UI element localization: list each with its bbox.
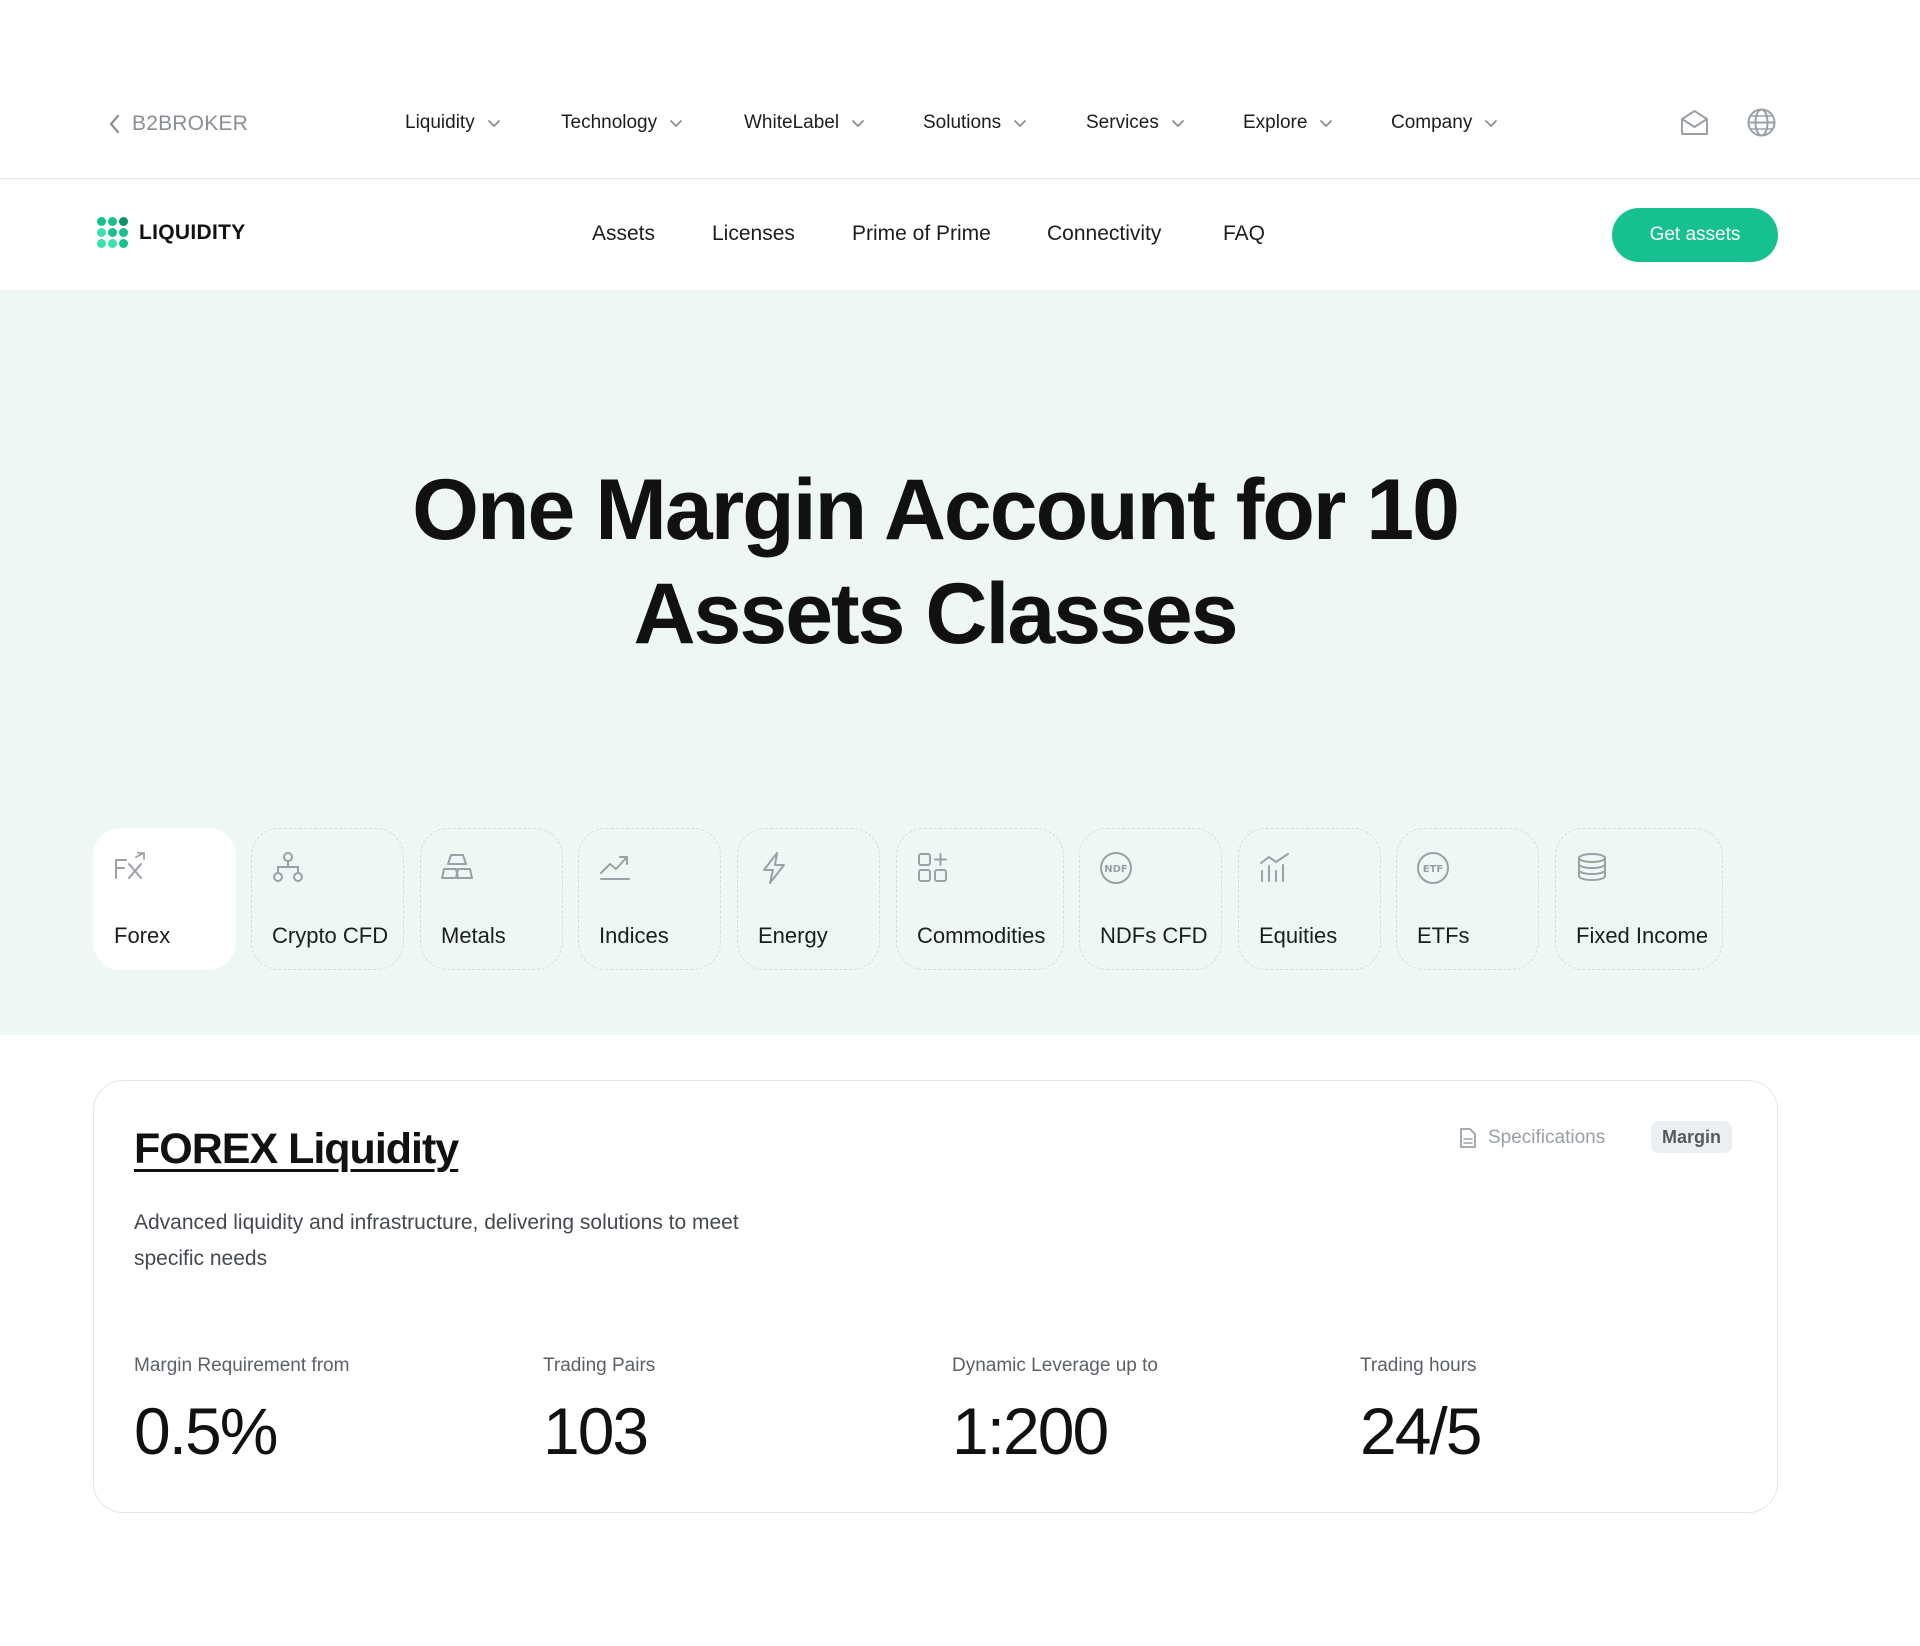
sub-nav-faq[interactable]: FAQ (1223, 222, 1265, 246)
document-icon (1460, 1128, 1476, 1148)
tab-metals[interactable]: Metals (420, 828, 563, 970)
tab-crypto-cfd[interactable]: Crypto CFD (251, 828, 404, 970)
tab-label: Forex (114, 923, 171, 948)
tab-label: Equities (1259, 923, 1338, 948)
tab-equities[interactable]: Equities (1238, 828, 1381, 970)
tab-commodities[interactable]: Commodities (896, 828, 1064, 970)
top-nav-label: WhiteLabel (744, 112, 840, 133)
chevron-down-icon (852, 119, 864, 127)
sub-nav-connectivity[interactable]: Connectivity (1047, 222, 1161, 246)
stat-trading-hours: Trading hours 24/5 (1360, 1355, 1482, 1469)
top-nav: Liquidity Technology WhiteLabel Solution… (0, 112, 1920, 134)
tab-label: Energy (758, 923, 828, 948)
hero-title-line-1: One Margin Account for 10 (412, 462, 1460, 558)
top-nav-liquidity[interactable]: Liquidity (405, 112, 501, 134)
gold-bars-icon (441, 854, 473, 879)
top-bar-actions (1678, 106, 1778, 139)
stat-value: 1:200 (952, 1394, 1109, 1468)
top-nav-label: Company (1391, 112, 1473, 133)
logo-dots-icon (97, 217, 128, 248)
tab-label: Crypto CFD (272, 923, 389, 948)
sub-nav-assets[interactable]: Assets (592, 222, 655, 246)
stat-value: 103 (543, 1394, 649, 1468)
chevron-down-icon (1171, 119, 1184, 127)
logo-text: LIQUIDITY (139, 220, 246, 244)
stat-margin-requirement: Margin Requirement from 0.5% (134, 1355, 349, 1469)
sub-nav-licenses[interactable]: Licenses (712, 222, 795, 246)
lightning-icon (763, 852, 785, 884)
tab-label: Fixed Income (1576, 923, 1709, 948)
sub-nav-prime-of-prime[interactable]: Prime of Prime (852, 222, 991, 246)
svg-text:ETF: ETF (1423, 864, 1443, 875)
top-nav-technology[interactable]: Technology (561, 112, 683, 134)
top-nav-solutions[interactable]: Solutions (923, 112, 1027, 134)
tab-fixed-income[interactable]: Fixed Income (1555, 828, 1723, 970)
hero-title-line-2: Assets Classes (633, 566, 1238, 662)
get-assets-button[interactable]: Get assets (1612, 208, 1778, 262)
top-nav-whitelabel[interactable]: WhiteLabel (744, 112, 865, 134)
grid-plus-icon (918, 853, 947, 882)
specifications-label: Specifications (1488, 1127, 1606, 1148)
hero-section: One Margin Account for 10 Assets Classes… (0, 290, 1920, 1035)
card-description: Advanced liquidity and infrastructure, d… (134, 1211, 739, 1270)
ndf-icon: NDF (1100, 852, 1132, 884)
mail-icon[interactable] (1678, 106, 1711, 139)
svg-text:NDF: NDF (1104, 864, 1128, 875)
top-nav-explore[interactable]: Explore (1243, 112, 1333, 134)
card-title[interactable]: FOREX Liquidity (134, 1125, 459, 1174)
stat-label: Margin Requirement from (134, 1355, 350, 1376)
top-nav-label: Technology (561, 112, 658, 133)
tab-label: Commodities (917, 923, 1046, 948)
tab-label: Metals (441, 923, 506, 948)
stat-label: Trading hours (1360, 1355, 1477, 1376)
chevron-down-icon (670, 119, 683, 127)
top-nav-label: Services (1086, 112, 1159, 133)
tab-label: ETFs (1417, 923, 1470, 948)
tab-label: NDFs CFD (1100, 923, 1208, 948)
top-nav-label: Solutions (923, 112, 1002, 133)
coins-stack-icon (1578, 853, 1606, 882)
tab-energy[interactable]: Energy (737, 828, 880, 970)
chevron-down-icon (1485, 119, 1498, 127)
tab-etfs[interactable]: ETF ETFs (1396, 828, 1539, 970)
top-nav-label: Explore (1243, 112, 1308, 133)
stat-label: Dynamic Leverage up to (952, 1355, 1158, 1376)
tab-ndfs-cfd[interactable]: NDF NDFs CFD (1079, 828, 1222, 970)
stat-label: Trading Pairs (543, 1355, 656, 1376)
top-nav-services[interactable]: Services (1086, 112, 1185, 134)
top-bar: B2BROKER Liquidity Technology WhiteLabel… (0, 56, 1920, 179)
chevron-down-icon (1320, 119, 1333, 127)
specifications-link[interactable]: Specifications (1458, 1127, 1605, 1149)
stat-value: 24/5 (1360, 1394, 1482, 1468)
globe-icon[interactable] (1745, 106, 1778, 139)
chevron-down-icon (487, 119, 500, 127)
top-nav-company[interactable]: Company (1391, 112, 1498, 134)
chevron-down-icon (1014, 119, 1027, 127)
tab-indices[interactable]: Indices (578, 828, 721, 970)
hero-title: One Margin Account for 10 Assets Classes (0, 458, 1870, 666)
sub-nav-bar: LIQUIDITY Assets Licenses Prime of Prime… (0, 180, 1920, 290)
chart-bars-icon (1260, 853, 1289, 882)
stat-dynamic-leverage: Dynamic Leverage up to 1:200 (952, 1355, 1158, 1469)
network-icon (273, 852, 303, 882)
trend-up-icon (600, 856, 630, 880)
margin-badge[interactable]: Margin (1651, 1121, 1733, 1153)
asset-detail-card: FOREX Liquidity Advanced liquidity and i… (93, 1080, 1778, 1513)
stat-value: 0.5% (134, 1394, 278, 1468)
tab-label: Indices (599, 923, 669, 948)
top-nav-label: Liquidity (405, 112, 475, 133)
liquidity-logo[interactable]: LIQUIDITY (97, 217, 246, 248)
stat-trading-pairs: Trading Pairs 103 (543, 1355, 655, 1469)
tab-forex[interactable]: Forex (93, 828, 236, 970)
etf-icon: ETF (1417, 852, 1449, 884)
fx-icon (115, 852, 145, 879)
